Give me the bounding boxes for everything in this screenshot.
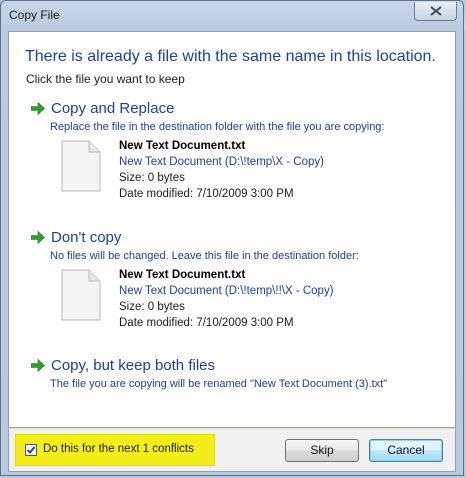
file-details: New Text Document.txt New Text Document … [61,267,421,337]
file-date-modified: Date modified: 7/10/2009 3:00 PM [119,188,294,200]
window-title: Copy File [9,8,60,22]
instruction-text: Click the file you want to keep [26,72,185,86]
green-arrow-icon [31,231,45,244]
option-title: Copy and Replace [51,100,175,117]
green-arrow-icon [31,102,45,115]
document-icon [61,140,101,192]
option-copy-keep-both[interactable]: Copy, but keep both files The file you a… [31,357,441,397]
dialog-footer: Do this for the next 1 conflicts Skip Ca… [8,428,456,472]
option-description: The file you are copying will be renamed… [50,378,388,390]
document-icon [61,269,101,321]
option-dont-copy[interactable]: Don't copy No files will be changed. Lea… [31,229,441,345]
checkmark-icon [26,446,36,454]
file-name: New Text Document.txt [119,269,246,281]
skip-button[interactable]: Skip [285,439,359,462]
title-bar[interactable]: Copy File [1,1,463,31]
option-title: Copy, but keep both files [51,357,215,374]
file-size: Size: 0 bytes [119,172,185,184]
close-button[interactable] [414,2,457,21]
file-size: Size: 0 bytes [119,301,185,313]
green-arrow-icon [31,359,45,372]
option-description: No files will be changed. Leave this fil… [50,250,359,262]
dialog-content: There is already a file with the same na… [8,31,456,428]
highlight-box: Do this for the next 1 conflicts [15,434,215,466]
file-path: New Text Document (D:\!temp\X - Copy) [119,156,324,168]
option-description: Replace the file in the destination fold… [50,121,385,133]
close-icon [430,6,442,16]
apply-to-all-label[interactable]: Do this for the next 1 conflicts [43,443,194,455]
cancel-button[interactable]: Cancel [369,439,443,462]
conflict-heading: There is already a file with the same na… [25,48,436,65]
option-copy-and-replace[interactable]: Copy and Replace Replace the file in the… [31,100,441,216]
file-date-modified: Date modified: 7/10/2009 3:00 PM [119,317,294,329]
file-name: New Text Document.txt [119,140,246,152]
apply-to-all-checkbox[interactable] [25,444,37,456]
option-title: Don't copy [51,229,122,246]
file-path: New Text Document (D:\!temp\!!\X - Copy) [119,285,334,297]
copy-file-dialog: Copy File There is already a file with t… [0,0,464,476]
file-details: New Text Document.txt New Text Document … [61,138,421,208]
